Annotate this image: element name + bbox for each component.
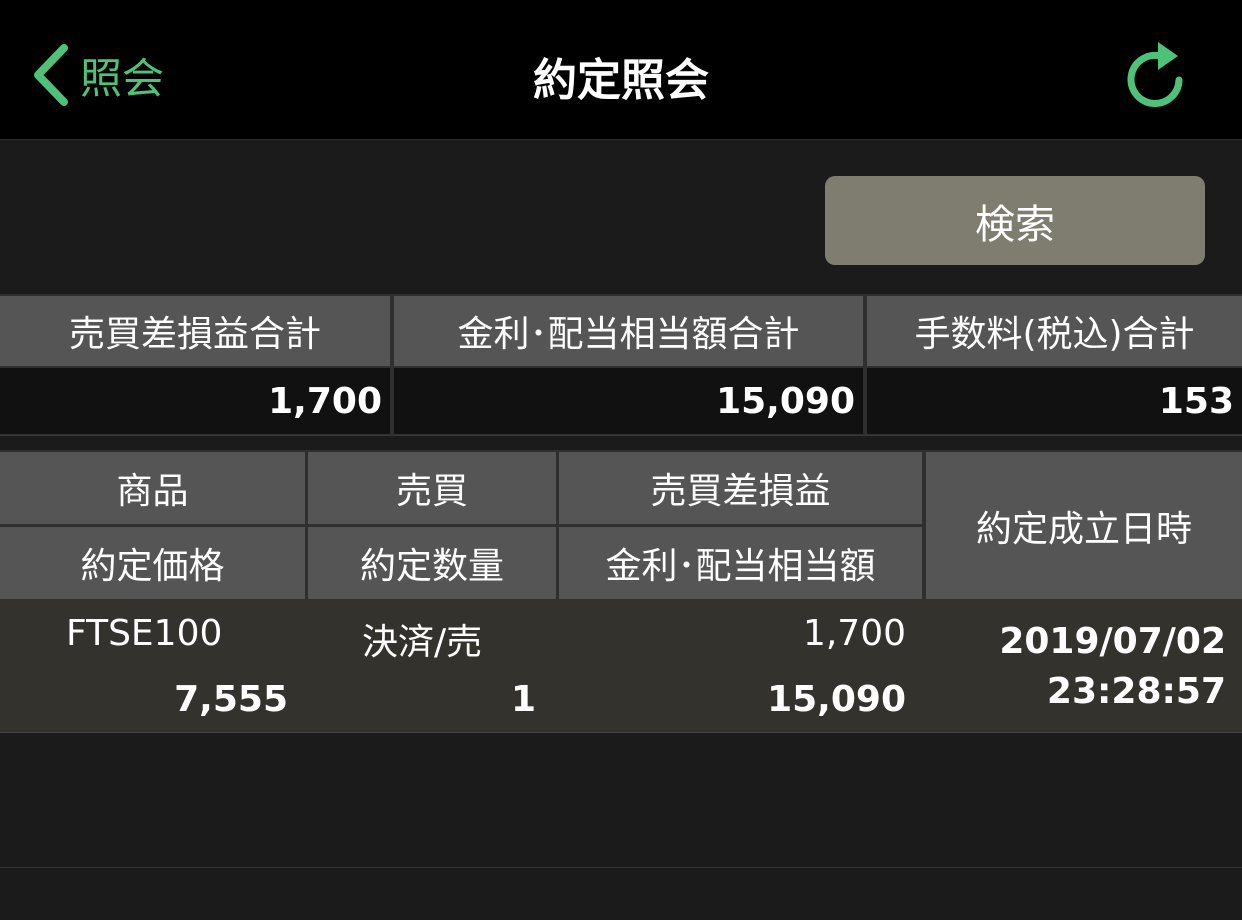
back-button[interactable]: 照会	[30, 40, 164, 110]
row-product: FTSE100	[66, 613, 223, 654]
header-quantity: 約定数量	[308, 527, 556, 599]
search-button[interactable]: 検索	[825, 176, 1205, 265]
header-interest: 金利･配当相当額	[559, 527, 922, 599]
header-datetime: 約定成立日時	[926, 452, 1242, 599]
summary-header-interest: 金利･配当相当額合計	[394, 296, 863, 366]
list-bottom-divider	[0, 867, 1242, 868]
refresh-icon	[1122, 42, 1188, 114]
row-date: 2019/07/02	[999, 621, 1226, 662]
summary-table: 売買差損益合計 金利･配当相当額合計 手数料(税込)合計 1,700 15,09…	[0, 294, 1242, 435]
summary-header-fee: 手数料(税込)合計	[867, 296, 1242, 366]
row-quantity: 1	[510, 679, 536, 720]
summary-value-interest: 15,090	[394, 368, 863, 434]
page-title: 約定照会	[533, 55, 709, 106]
row-price: 7,555	[174, 679, 288, 720]
row-time: 23:28:57	[1046, 671, 1226, 712]
detail-table-header: 商品 売買 売買差損益 約定価格 約定数量 金利･配当相当額 約定成立日時	[0, 450, 1242, 599]
refresh-button[interactable]	[1122, 40, 1188, 110]
back-label: 照会	[80, 53, 165, 103]
header-price: 約定価格	[0, 527, 305, 599]
search-area: 検索	[0, 141, 1242, 294]
chevron-left-icon	[30, 42, 70, 108]
summary-value-fee: 153	[867, 368, 1242, 434]
navigation-bar: 照会 約定照会	[0, 0, 1242, 140]
section-divider	[0, 435, 1242, 450]
header-product: 商品	[0, 452, 305, 524]
row-side: 決済/売	[362, 622, 483, 663]
summary-header-pnl: 売買差損益合計	[0, 296, 390, 366]
header-pnl: 売買差損益	[559, 452, 922, 524]
header-side: 売買	[308, 452, 556, 524]
summary-value-pnl: 1,700	[0, 368, 390, 434]
row-pnl: 1,700	[802, 613, 906, 654]
table-row[interactable]: FTSE100 決済/売 1,700 7,555 1 15,090 2019/0…	[0, 599, 1242, 733]
row-interest: 15,090	[767, 679, 906, 720]
